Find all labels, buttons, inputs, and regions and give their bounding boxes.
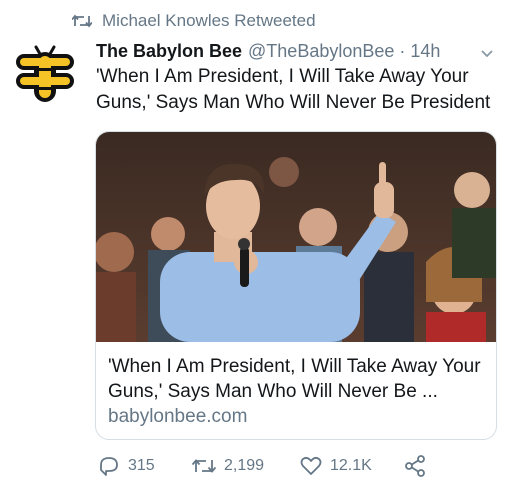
retweet-count: 2,199 xyxy=(224,457,265,474)
retweeted-by-label: Michael Knowles Retweeted xyxy=(102,11,316,30)
card-title: 'When I Am President, I Will Take Away Y… xyxy=(108,356,481,402)
tweet-text: 'When I Am President, I Will Take Away Y… xyxy=(96,66,491,113)
separator-dot: · xyxy=(399,40,406,61)
like-button[interactable]: 12.1K xyxy=(300,453,372,479)
display-name[interactable]: The Babylon Bee xyxy=(96,41,242,62)
card-image xyxy=(96,132,496,342)
retweet-icon xyxy=(72,13,92,29)
user-handle[interactable]: @TheBabylonBee xyxy=(248,41,394,62)
avatar[interactable] xyxy=(14,44,76,106)
reply-icon xyxy=(98,456,120,476)
like-count: 12.1K xyxy=(330,457,372,474)
tweet-header: The Babylon Bee @TheBabylonBee · 14h xyxy=(96,38,502,64)
link-card[interactable]: 'When I Am President, I Will Take Away Y… xyxy=(95,131,497,440)
reply-button[interactable]: 315 xyxy=(98,453,155,479)
reply-count: 315 xyxy=(128,457,155,474)
chevron-down-icon[interactable] xyxy=(480,43,494,64)
share-icon xyxy=(404,455,426,477)
babylon-bee-logo-icon xyxy=(16,45,74,102)
share-button[interactable] xyxy=(404,453,426,479)
action-bar: 315 2,199 12.1K xyxy=(98,453,498,479)
retweet-action-icon xyxy=(192,457,216,475)
heart-icon xyxy=(300,456,322,476)
retweet-header[interactable]: Michael Knowles Retweeted xyxy=(72,8,316,34)
tweet-time[interactable]: 14h xyxy=(410,41,440,62)
card-domain: babylonbee.com xyxy=(108,406,248,427)
retweet-button[interactable]: 2,199 xyxy=(192,453,264,479)
